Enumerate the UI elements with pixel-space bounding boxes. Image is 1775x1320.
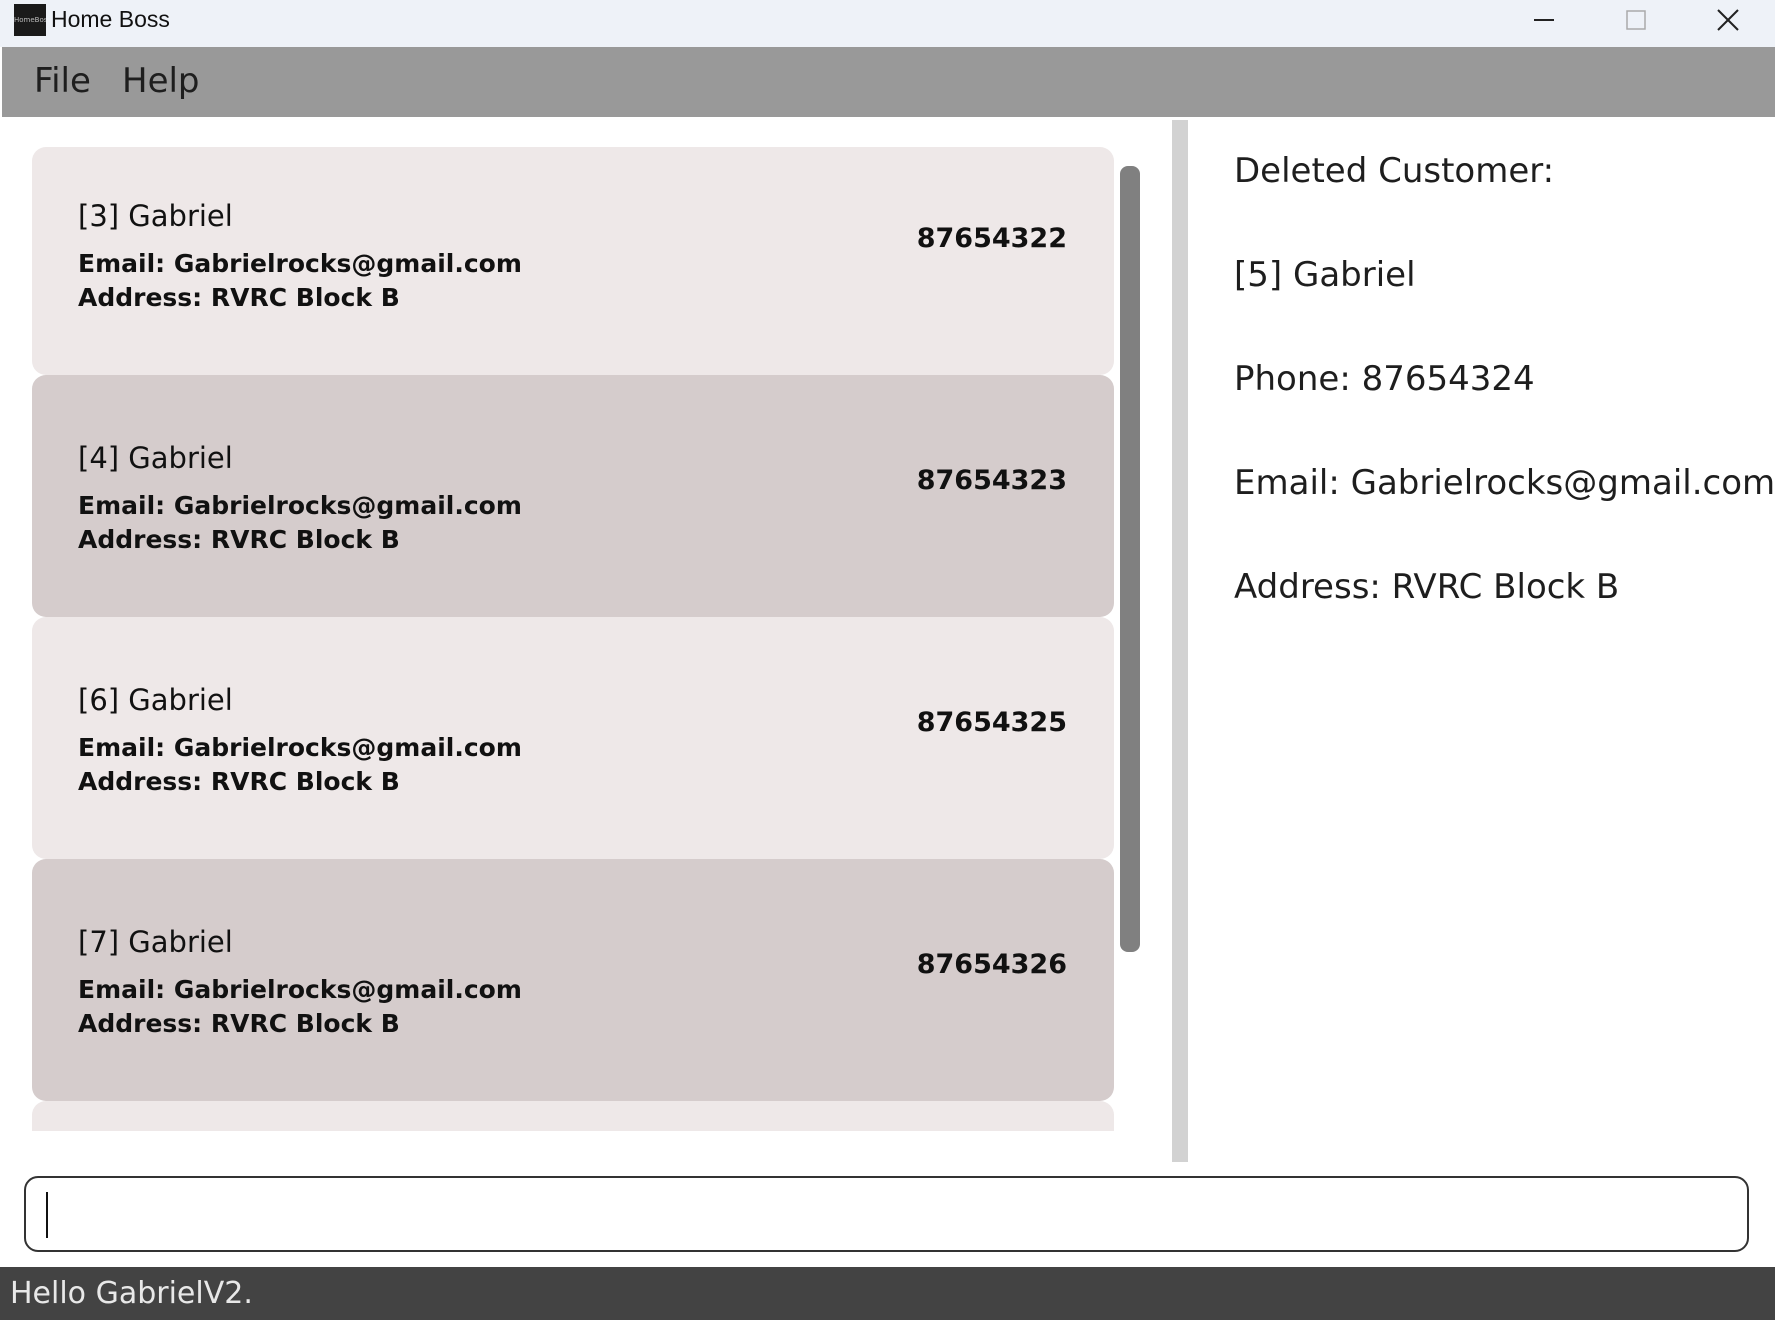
customer-address: Address: RVRC Block B bbox=[78, 767, 400, 796]
customer-name: [4] Gabriel bbox=[78, 441, 233, 475]
customer-email: Email: Gabrielrocks@gmail.com bbox=[78, 733, 522, 762]
text-caret bbox=[46, 1192, 48, 1238]
result-email: Email: Gabrielrocks@gmail.com bbox=[1234, 463, 1775, 503]
menu-bar: File Help bbox=[2, 47, 1775, 117]
customer-card[interactable] bbox=[32, 1101, 1114, 1131]
menu-file[interactable]: File bbox=[34, 61, 91, 101]
customer-name: [7] Gabriel bbox=[78, 925, 233, 959]
customer-address: Address: RVRC Block B bbox=[78, 525, 400, 554]
command-input[interactable] bbox=[24, 1176, 1749, 1252]
customer-card[interactable]: [6] Gabriel 87654325 Email: Gabrielrocks… bbox=[32, 617, 1114, 859]
status-bar: Hello GabrielV2. bbox=[0, 1267, 1775, 1320]
minimize-button[interactable] bbox=[1500, 0, 1588, 40]
app-window: HomeBoss Home Boss File Help [3] Gabrie bbox=[0, 0, 1775, 1320]
close-icon bbox=[1717, 9, 1739, 31]
result-display: Deleted Customer: [5] Gabriel Phone: 876… bbox=[1188, 117, 1775, 1162]
result-heading: Deleted Customer: bbox=[1234, 151, 1555, 191]
customer-card[interactable]: [3] Gabriel 87654322 Email: Gabrielrocks… bbox=[32, 147, 1114, 375]
menu-help[interactable]: Help bbox=[122, 61, 200, 101]
customer-phone: 87654322 bbox=[916, 223, 1067, 254]
list-scrollbar-thumb[interactable] bbox=[1120, 166, 1140, 952]
customer-phone: 87654325 bbox=[916, 707, 1067, 738]
result-phone: Phone: 87654324 bbox=[1234, 359, 1535, 399]
customer-phone: 87654323 bbox=[916, 465, 1067, 496]
customer-email: Email: Gabrielrocks@gmail.com bbox=[78, 249, 522, 278]
status-message: Hello GabrielV2. bbox=[10, 1276, 253, 1311]
customer-email: Email: Gabrielrocks@gmail.com bbox=[78, 491, 522, 520]
customer-name: [6] Gabriel bbox=[78, 683, 233, 717]
customer-address: Address: RVRC Block B bbox=[78, 283, 400, 312]
customer-name: [3] Gabriel bbox=[78, 199, 233, 233]
customer-list[interactable]: [3] Gabriel 87654322 Email: Gabrielrocks… bbox=[32, 147, 1114, 1131]
maximize-icon bbox=[1626, 10, 1646, 30]
title-bar[interactable]: HomeBoss Home Boss bbox=[0, 0, 1775, 47]
minimize-icon bbox=[1534, 19, 1554, 21]
customer-card[interactable]: [4] Gabriel 87654323 Email: Gabrielrocks… bbox=[32, 375, 1114, 617]
result-name: [5] Gabriel bbox=[1234, 255, 1416, 295]
result-address: Address: RVRC Block B bbox=[1234, 567, 1620, 607]
app-logo-icon: HomeBoss bbox=[14, 4, 46, 36]
maximize-button[interactable] bbox=[1592, 0, 1680, 40]
customer-list-panel: [3] Gabriel 87654322 Email: Gabrielrocks… bbox=[2, 117, 1172, 1162]
split-pane-divider[interactable] bbox=[1172, 120, 1188, 1162]
customer-address: Address: RVRC Block B bbox=[78, 1009, 400, 1038]
window-title: Home Boss bbox=[51, 6, 170, 32]
close-button[interactable] bbox=[1684, 0, 1772, 40]
customer-email: Email: Gabrielrocks@gmail.com bbox=[78, 975, 522, 1004]
customer-card[interactable]: [7] Gabriel 87654326 Email: Gabrielrocks… bbox=[32, 859, 1114, 1101]
customer-phone: 87654326 bbox=[916, 949, 1067, 980]
